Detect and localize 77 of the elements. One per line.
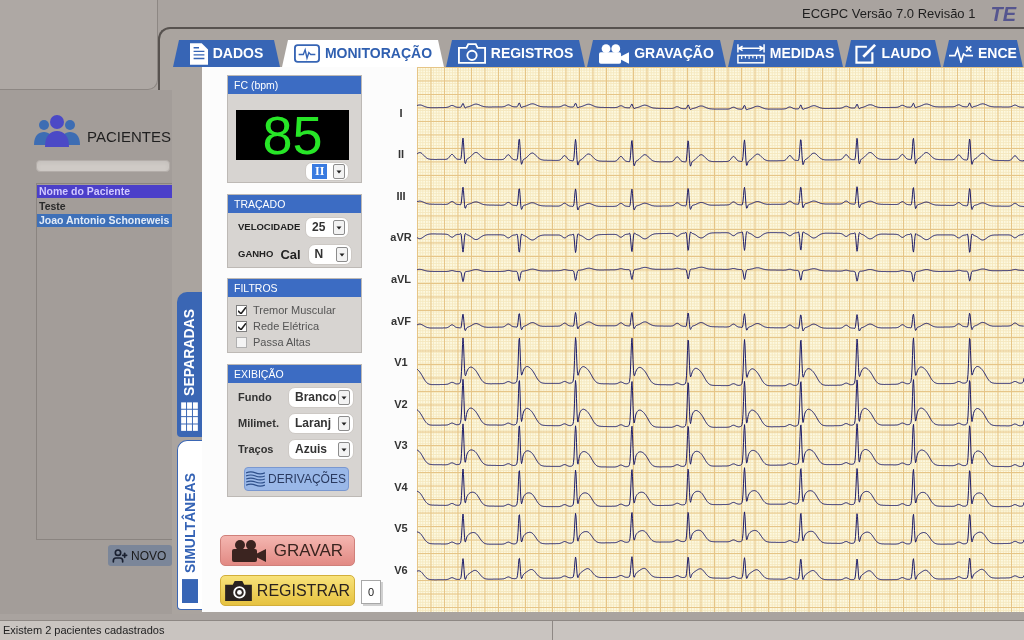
caret-icon[interactable] — [338, 416, 350, 431]
patient-row[interactable]: Teste — [37, 200, 172, 213]
lead-label: V3 — [394, 438, 408, 454]
tab[interactable]: MONITORAÇÃO — [282, 40, 444, 67]
display-dropdown[interactable]: Branco — [288, 387, 354, 408]
caret-icon[interactable] — [333, 164, 345, 179]
lead-label: V5 — [394, 521, 408, 537]
heart-rate-display: 85 — [236, 110, 349, 160]
speed-label: VELOCIDADE — [238, 220, 301, 235]
waves-icon — [246, 471, 266, 487]
display-label: Milimet. — [238, 416, 279, 432]
panel-header: TRAÇADO — [228, 195, 361, 213]
lead-label: V4 — [394, 479, 408, 495]
new-patient-button[interactable]: NOVO — [108, 545, 172, 566]
filter-label: Tremor Muscular — [253, 302, 336, 318]
lead-label: V6 — [394, 563, 408, 579]
lead-label: aVL — [390, 271, 412, 287]
view-tab[interactable]: SIMULTÂNEAS — [177, 440, 202, 610]
patient-row[interactable]: Joao Antonio Schoneweis — [37, 214, 172, 227]
film-camera-icon — [599, 43, 630, 64]
display-label: Traços — [238, 442, 274, 458]
column-header[interactable]: Nome do Paciente — [37, 185, 172, 198]
checkbox[interactable] — [236, 304, 247, 316]
status-text: Existem 2 pacientes cadastrados — [0, 621, 553, 640]
caret-icon[interactable] — [338, 390, 350, 405]
view-tab[interactable]: SEPARADAS — [177, 292, 202, 437]
lead-label: III — [396, 188, 406, 204]
capture-button[interactable]: REGISTRAR — [220, 575, 355, 606]
pulse-icon — [949, 44, 973, 63]
logo: TE — [990, 2, 1016, 25]
display-dropdown[interactable]: Azuis — [288, 439, 354, 460]
camera-icon — [224, 580, 252, 601]
record-button[interactable]: GRAVAR — [220, 535, 355, 566]
lead-label: II — [397, 147, 405, 163]
panel-header: EXIBIÇÃO — [228, 365, 361, 383]
people-icon — [34, 115, 80, 147]
speed-dropdown[interactable]: 25 — [305, 217, 349, 238]
lead-label: aVR — [390, 230, 412, 246]
display-label: Fundo — [238, 390, 272, 406]
section-title: PACIENTES — [87, 128, 171, 147]
tab[interactable]: GRAVAÇÃO — [587, 40, 726, 67]
capture-counter: 0 — [361, 580, 381, 604]
camera-icon — [457, 43, 486, 64]
display-dropdown[interactable]: Laranj — [288, 413, 354, 434]
lead-dropdown[interactable]: II — [305, 162, 349, 181]
panel-header: FILTROS — [228, 279, 361, 297]
square-icon — [182, 579, 198, 603]
checkbox[interactable] — [236, 336, 247, 348]
add-user-icon — [112, 547, 128, 564]
caret-icon[interactable] — [338, 442, 350, 457]
leads-button[interactable]: DERIVAÇÕES — [243, 467, 349, 491]
edit-icon — [854, 43, 877, 64]
tab[interactable]: REGISTROS — [446, 40, 585, 67]
ruler-icon — [736, 43, 765, 64]
gain-dropdown[interactable]: N — [307, 244, 352, 265]
panel-header: FC (bpm) — [228, 76, 361, 94]
lead-label: V2 — [394, 396, 408, 412]
film-camera-icon — [231, 539, 266, 562]
gain-mode-label: Cal — [280, 245, 301, 264]
tab[interactable]: ENCE — [943, 40, 1023, 67]
monitor-icon — [293, 44, 320, 63]
tab[interactable]: LAUDO — [845, 40, 941, 67]
filter-label: Rede Elétrica — [253, 318, 320, 334]
lead-label: aVF — [390, 313, 412, 329]
lead-label: V1 — [394, 355, 408, 371]
document-icon — [189, 42, 208, 65]
filter-label: Passa Altas — [253, 334, 311, 350]
gain-label: GANHO — [238, 247, 274, 262]
search-field[interactable] — [36, 160, 170, 172]
app-title: ECGPC Versão 7.0 Revisão 1 — [802, 4, 976, 23]
lead-label: I — [399, 105, 403, 121]
grid-icon — [181, 402, 198, 431]
caret-icon[interactable] — [333, 220, 345, 235]
tab[interactable]: MEDIDAS — [728, 40, 843, 67]
tab[interactable]: DADOS — [173, 40, 280, 67]
caret-icon[interactable] — [335, 247, 348, 262]
checkbox[interactable] — [236, 320, 247, 332]
